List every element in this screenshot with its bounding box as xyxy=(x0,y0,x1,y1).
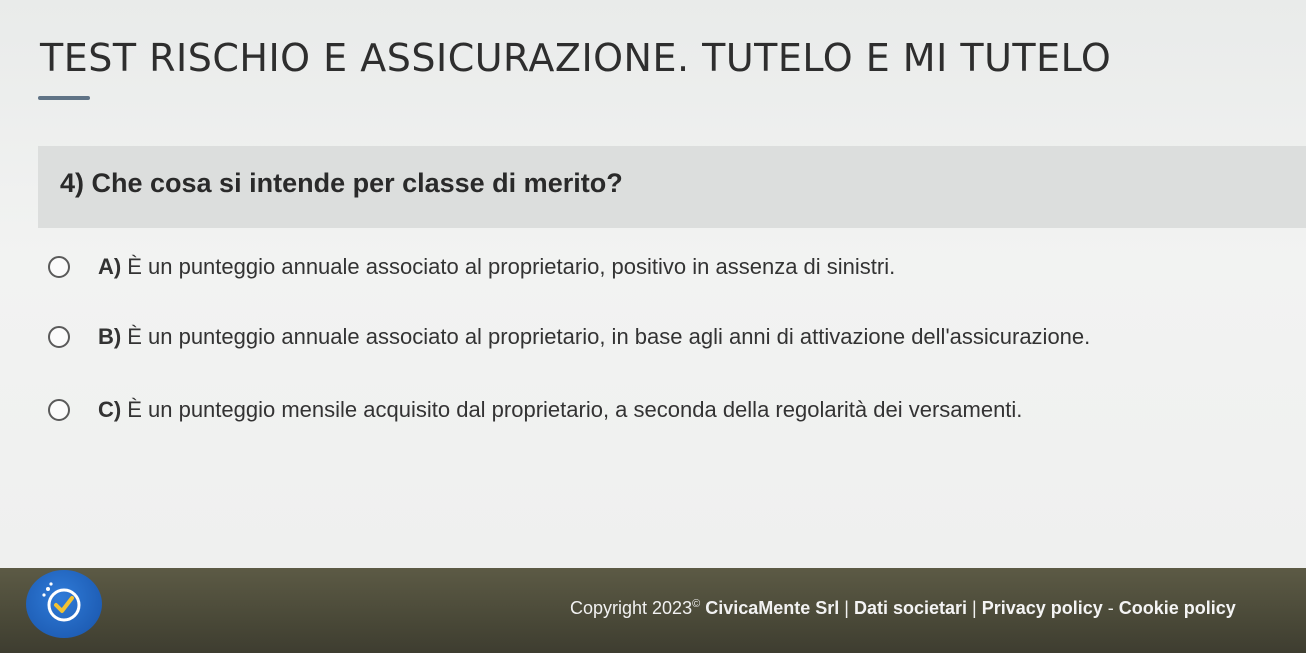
option-letter: C) xyxy=(98,397,122,422)
question-text: 4) Che cosa si intende per classe di mer… xyxy=(60,168,623,198)
link-cookie-policy[interactable]: Cookie policy xyxy=(1119,598,1236,618)
option-a[interactable]: A) È un punteggio annuale associato al p… xyxy=(48,250,895,284)
question-band: 4) Che cosa si intende per classe di mer… xyxy=(38,146,1306,228)
option-text: È un punteggio mensile acquisito dal pro… xyxy=(127,397,1023,422)
option-letter: B) xyxy=(98,324,122,349)
radio-unchecked-icon[interactable] xyxy=(48,399,70,421)
copyright-mark: © xyxy=(692,598,701,610)
footer-copyright: Copyright 2023© CivicaMente Srl | Dati s… xyxy=(570,598,1236,619)
option-text: È un punteggio annuale associato al prop… xyxy=(127,324,1091,349)
option-letter: A) xyxy=(98,254,122,279)
link-dati-societari[interactable]: Dati societari xyxy=(854,598,967,618)
civicamente-logo-icon[interactable] xyxy=(26,570,102,638)
title-underline xyxy=(38,96,90,100)
option-text: È un punteggio annuale associato al prop… xyxy=(127,254,896,279)
company-name: CivicaMente Srl xyxy=(705,598,840,618)
separator: | xyxy=(967,598,982,618)
radio-unchecked-icon[interactable] xyxy=(48,256,70,278)
copyright-text: Copyright 2023 xyxy=(570,598,693,618)
separator: | xyxy=(839,598,854,618)
link-privacy-policy[interactable]: Privacy policy xyxy=(982,598,1103,618)
option-b[interactable]: B) È un punteggio annuale associato al p… xyxy=(48,320,1090,354)
radio-unchecked-icon[interactable] xyxy=(48,326,70,348)
page-title: TEST RISCHIO E ASSICURAZIONE. TUTELO E M… xyxy=(40,36,1112,80)
separator: - xyxy=(1102,598,1119,618)
footer: Copyright 2023© CivicaMente Srl | Dati s… xyxy=(0,568,1306,653)
check-badge-icon xyxy=(42,582,81,622)
option-c[interactable]: C) È un punteggio mensile acquisito dal … xyxy=(48,393,1022,427)
